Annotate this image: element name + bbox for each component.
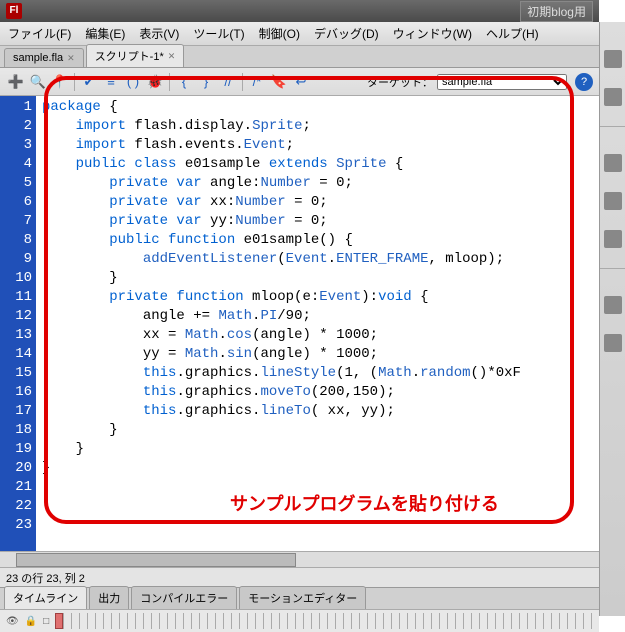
document-tab[interactable]: スクリプト-1* ✕ bbox=[86, 44, 185, 67]
target-label: ターゲット： bbox=[367, 74, 433, 90]
status-line: 23 の行 23, 列 2 bbox=[0, 567, 599, 587]
uncomment-icon[interactable]: /* bbox=[247, 72, 267, 92]
menu-item[interactable]: 制御(O) bbox=[259, 25, 300, 42]
debug-icon[interactable]: 🐞 bbox=[145, 72, 165, 92]
menu-item[interactable]: ツール(T) bbox=[193, 25, 244, 42]
menu-item[interactable]: ウィンドウ(W) bbox=[393, 25, 472, 42]
help-icon[interactable]: ? bbox=[575, 73, 593, 91]
info-icon[interactable] bbox=[604, 192, 622, 210]
bottom-panel-tabs: タイムライン出力コンパイルエラーモーションエディター bbox=[0, 587, 599, 609]
code-editor: 1234567891011121314151617181920212223 pa… bbox=[0, 96, 599, 551]
bookmark-icon[interactable]: 🔖 bbox=[269, 72, 289, 92]
workspace-tag[interactable]: 初期blog用 bbox=[520, 1, 593, 22]
color-icon[interactable] bbox=[604, 296, 622, 314]
document-tab[interactable]: sample.fla ✕ bbox=[4, 48, 84, 67]
collapsed-panels bbox=[599, 22, 625, 616]
target-select[interactable]: sample.fla bbox=[437, 74, 567, 90]
playhead-icon[interactable] bbox=[55, 613, 63, 629]
close-icon[interactable]: ✕ bbox=[67, 53, 75, 64]
autoformat-icon[interactable]: ≡ bbox=[101, 72, 121, 92]
code-hint-icon[interactable]: ( ) bbox=[123, 72, 143, 92]
script-toolbar: ➕🔍📍 ✔≡( )🐞 {}// /*🔖↩ ターゲット： sample.fla ? bbox=[0, 68, 599, 96]
transform-icon[interactable] bbox=[604, 230, 622, 248]
panel-tab[interactable]: モーションエディター bbox=[239, 586, 366, 609]
menu-item[interactable]: ファイル(F) bbox=[8, 25, 71, 42]
comment-icon[interactable]: // bbox=[218, 72, 238, 92]
horizontal-scrollbar[interactable] bbox=[0, 551, 599, 567]
scrollbar-thumb[interactable] bbox=[16, 553, 296, 567]
panel-tab[interactable]: コンパイルエラー bbox=[131, 586, 237, 609]
check-syntax-icon[interactable]: ✔ bbox=[79, 72, 99, 92]
eye-icon[interactable]: 👁 bbox=[6, 616, 19, 627]
outline-icon[interactable]: □ bbox=[43, 616, 49, 627]
titlebar: Fl 初期blog用 bbox=[0, 0, 599, 22]
close-icon[interactable]: ✕ bbox=[168, 51, 176, 62]
app-logo: Fl bbox=[6, 3, 22, 19]
pin-icon[interactable]: 📍 bbox=[50, 72, 70, 92]
wrap-icon[interactable]: ↩ bbox=[291, 72, 311, 92]
tab-label: スクリプト-1* bbox=[95, 48, 164, 64]
code-area[interactable]: package { import flash.display.Sprite; i… bbox=[36, 96, 599, 551]
menu-item[interactable]: 編集(E) bbox=[85, 25, 125, 42]
menu-item[interactable]: デバッグ(D) bbox=[314, 25, 379, 42]
document-tabs: sample.fla ✕ スクリプト-1* ✕ bbox=[0, 46, 599, 68]
panel-tab[interactable]: 出力 bbox=[89, 586, 129, 609]
add-script-icon[interactable]: ➕ bbox=[6, 72, 26, 92]
lock-icon[interactable]: 🔒 bbox=[25, 616, 37, 627]
panel-tab[interactable]: タイムライン bbox=[4, 586, 87, 609]
swatches-icon[interactable] bbox=[604, 50, 622, 68]
brace-collapse-icon[interactable]: { bbox=[174, 72, 194, 92]
tab-label: sample.fla bbox=[13, 52, 63, 64]
brace-expand-icon[interactable]: } bbox=[196, 72, 216, 92]
align-icon[interactable] bbox=[604, 154, 622, 172]
menu-item[interactable]: 表示(V) bbox=[139, 25, 179, 42]
grid-icon[interactable] bbox=[604, 88, 622, 106]
find-icon[interactable]: 🔍 bbox=[28, 72, 48, 92]
timeline-ruler[interactable] bbox=[55, 613, 593, 629]
library-icon[interactable] bbox=[604, 334, 622, 352]
timeline[interactable]: 👁 🔒 □ bbox=[0, 609, 599, 632]
line-gutter: 1234567891011121314151617181920212223 bbox=[0, 96, 36, 551]
menu-item[interactable]: ヘルプ(H) bbox=[486, 25, 539, 42]
menubar: ファイル(F) 編集(E) 表示(V) ツール(T) 制御(O) デバッグ(D) ウィンドウ… bbox=[0, 22, 599, 46]
